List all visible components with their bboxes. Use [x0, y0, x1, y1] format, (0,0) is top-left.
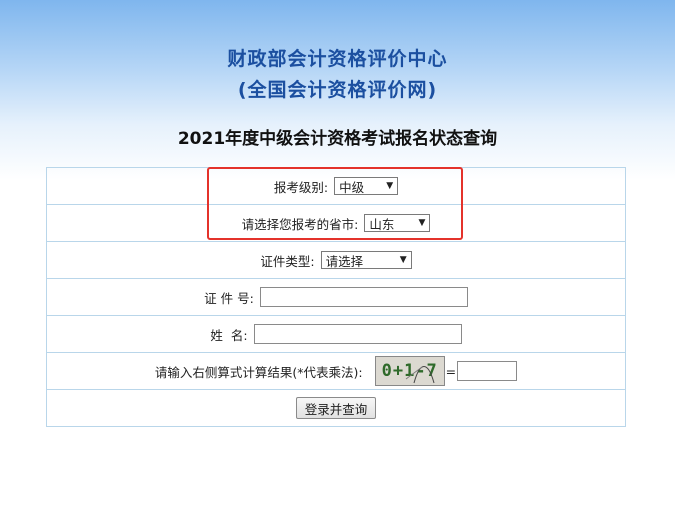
captcha-input[interactable] — [457, 361, 518, 381]
row-captcha: 请输入右侧算式计算结果(*代表乘法): 0+1-7 = — [47, 353, 625, 390]
row-name: 姓 名: — [47, 316, 625, 353]
id-type-label: 证件类型: — [260, 253, 315, 269]
row-id-number: 证 件 号: — [47, 279, 625, 316]
chevron-down-icon: ▼ — [399, 255, 407, 265]
org-title: 财政部会计资格评价中心 — [227, 48, 448, 70]
highlight-box — [207, 167, 463, 240]
id-type-select-value: 请选择 — [325, 253, 364, 269]
captcha-noise — [405, 366, 435, 384]
row-submit: 登录并查询 — [47, 390, 625, 426]
captcha-image[interactable]: 0+1-7 — [374, 356, 445, 386]
login-query-button[interactable]: 登录并查询 — [295, 397, 377, 419]
page-title: 2021年度中级会计资格考试报名状态查询 — [177, 129, 498, 149]
name-input[interactable] — [253, 324, 462, 344]
org-subtitle: (全国会计资格评价网) — [237, 79, 438, 101]
name-label: 姓 名: — [210, 327, 248, 343]
id-number-input[interactable] — [259, 287, 468, 307]
row-id-type: 证件类型: 请选择 ▼ — [47, 242, 625, 279]
id-number-label: 证 件 号: — [204, 290, 254, 306]
equals-sign: = — [445, 363, 457, 379]
captcha-label: 请输入右侧算式计算结果(*代表乘法): — [154, 364, 363, 380]
id-type-select[interactable]: 请选择 ▼ — [320, 251, 412, 269]
